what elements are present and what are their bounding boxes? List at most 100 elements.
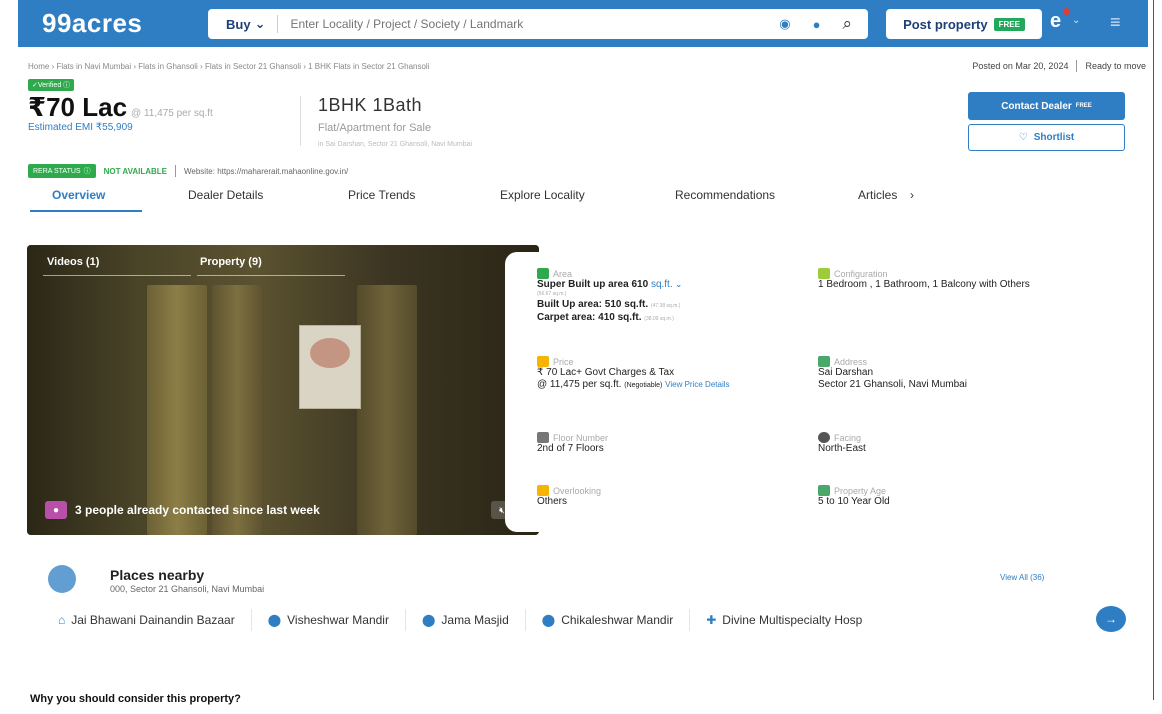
tab-videos[interactable]: Videos (1) bbox=[47, 256, 99, 268]
floor-label: Floor Number bbox=[553, 432, 609, 443]
contacted-banner: ● 3 people already contacted since last … bbox=[45, 501, 320, 519]
active-tab-indicator bbox=[30, 210, 142, 212]
tab-price-trends[interactable]: Price Trends bbox=[348, 188, 415, 202]
free-badge: FREE bbox=[993, 17, 1025, 31]
location-pin-icon: ⬤ bbox=[421, 613, 436, 627]
search-box: Buy ⌄ ◉ ● ⌕ bbox=[208, 9, 868, 39]
built-up-sqm: (47.38 sq.m.) bbox=[650, 303, 681, 309]
menu-icon[interactable]: ≡ bbox=[1110, 12, 1121, 33]
tab-recommendations[interactable]: Recommendations bbox=[675, 188, 775, 202]
property-age-label: Property Age bbox=[834, 485, 887, 496]
place-item[interactable]: ⬤ Chikaleshwar Mandir bbox=[541, 609, 691, 631]
rera-status: NOT AVAILABLE bbox=[103, 166, 167, 176]
property-photo bbox=[27, 245, 539, 535]
super-area-sqm: (56.67 sq.m.) bbox=[537, 291, 567, 297]
mic-icon[interactable]: ● bbox=[813, 17, 821, 32]
tab-articles[interactable]: Articles bbox=[858, 188, 897, 202]
chevron-down-icon[interactable]: ⌄ bbox=[1072, 15, 1080, 26]
configuration-value: 1 Bedroom , 1 Bathroom, 1 Balcony with O… bbox=[818, 279, 1030, 290]
rera-row: RERA STATUS ⓘ NOT AVAILABLE Website: htt… bbox=[28, 164, 348, 178]
divider bbox=[300, 96, 301, 146]
chevron-right-icon[interactable]: › bbox=[910, 188, 914, 202]
location-pin-icon: ⬤ bbox=[541, 613, 556, 627]
address-line1: Sai Darshan bbox=[818, 367, 874, 378]
curtain-image-part bbox=[212, 285, 262, 535]
place-item[interactable]: ⌂ Jai Bhawani Dainandin Bazaar bbox=[58, 609, 252, 631]
negotiable-label: (Negotiable) bbox=[624, 382, 663, 389]
hospital-icon: ✚ bbox=[706, 613, 717, 627]
overlooking-label: Overlooking bbox=[553, 485, 602, 496]
post-property-label: Post property bbox=[903, 16, 988, 32]
logo[interactable]: 99acres bbox=[42, 8, 212, 39]
emi-link[interactable]: Estimated EMI ₹55,909 bbox=[28, 122, 133, 133]
area-label: Area bbox=[553, 268, 573, 279]
address-icon bbox=[818, 356, 830, 367]
unit-dropdown[interactable]: sq.ft. bbox=[651, 279, 673, 290]
verified-badge: ✓Verified ⓘ bbox=[28, 79, 75, 91]
place-name: Visheshwar Mandir bbox=[287, 613, 389, 627]
tab-bar: Overview Dealer Details Price Trends Exp… bbox=[30, 186, 930, 214]
property-media[interactable]: Videos (1) Property (9) ● 3 people alrea… bbox=[27, 245, 539, 535]
shortlist-label: Shortlist bbox=[1033, 132, 1075, 143]
detail-property-age: Property Age 5 to 10 Year Old bbox=[818, 485, 1078, 508]
info-icon: ⓘ bbox=[83, 168, 91, 175]
rera-badge[interactable]: RERA STATUS ⓘ bbox=[28, 164, 96, 178]
tab-line bbox=[43, 275, 191, 276]
notification-dot-icon bbox=[1063, 8, 1070, 15]
rera-website[interactable]: Website: https://maharerait.mahaonline.g… bbox=[184, 167, 348, 176]
property-details-card: Area Super Built up area 610 sq.ft. ⌄ (5… bbox=[505, 252, 1133, 532]
floor-icon bbox=[537, 432, 549, 443]
place-name: Jama Masjid bbox=[441, 613, 509, 627]
detail-area: Area Super Built up area 610 sq.ft. ⌄ (5… bbox=[537, 268, 797, 325]
people-icon: ● bbox=[45, 501, 67, 519]
tab-property-photos[interactable]: Property (9) bbox=[200, 256, 262, 268]
area-icon bbox=[537, 268, 549, 279]
user-icon[interactable]: e bbox=[1050, 10, 1061, 33]
places-nearby-title: Places nearby bbox=[110, 567, 205, 583]
location-icon[interactable]: ◉ bbox=[779, 16, 790, 32]
view-all-link[interactable]: View All (36) bbox=[1000, 573, 1044, 582]
price-per-sqft-detail: @ 11,475 per sq.ft. bbox=[537, 379, 622, 390]
tab-overview[interactable]: Overview bbox=[52, 188, 105, 202]
facing-value: North-East bbox=[818, 443, 866, 454]
why-consider-heading: Why you should consider this property? bbox=[30, 693, 241, 705]
place-name: Chikaleshwar Mandir bbox=[561, 613, 674, 627]
super-area: Super Built up area 610 bbox=[537, 279, 649, 290]
divider bbox=[1076, 60, 1078, 72]
buy-dropdown[interactable]: Buy ⌄ bbox=[208, 16, 277, 32]
tab-dealer-details[interactable]: Dealer Details bbox=[188, 188, 263, 202]
breadcrumb[interactable]: Home › Flats in Navi Mumbai › Flats in G… bbox=[28, 62, 429, 71]
place-item[interactable]: ✚ Divine Multispecialty Hosp bbox=[706, 609, 878, 631]
tab-explore-locality[interactable]: Explore Locality bbox=[500, 188, 585, 202]
built-up-area: Built Up area: 510 sq.ft. bbox=[537, 299, 649, 310]
detail-facing: Facing North-East bbox=[818, 432, 1078, 455]
arrow-right-icon[interactable]: → bbox=[1096, 606, 1126, 632]
property-age-value: 5 to 10 Year Old bbox=[818, 496, 890, 507]
search-input[interactable] bbox=[278, 17, 679, 31]
property-location: in Sai Darshan, Sector 21 Ghansoli, Navi… bbox=[318, 141, 473, 148]
configuration-label: Configuration bbox=[834, 268, 888, 279]
divider bbox=[175, 165, 176, 177]
detail-overlooking: Overlooking Others bbox=[537, 485, 797, 508]
post-property-button[interactable]: Post property FREE bbox=[886, 9, 1042, 39]
place-item[interactable]: ⬤ Jama Masjid bbox=[422, 609, 526, 631]
address-label: Address bbox=[834, 356, 868, 367]
contact-dealer-button[interactable]: Contact Dealer FREE bbox=[968, 92, 1125, 120]
view-price-details-link[interactable]: View Price Details bbox=[665, 380, 729, 389]
detail-floor: Floor Number 2nd of 7 Floors bbox=[537, 432, 797, 455]
poster-art bbox=[310, 338, 350, 368]
carpet-area: Carpet area: 410 sq.ft. bbox=[537, 312, 642, 323]
curtain-image-part bbox=[147, 285, 207, 535]
place-item[interactable]: ⬤ Visheshwar Mandir bbox=[268, 609, 406, 631]
price-value: ₹70 Lac bbox=[28, 92, 128, 122]
building-icon bbox=[818, 485, 830, 496]
chevron-down-icon[interactable]: ⌄ bbox=[675, 280, 682, 289]
places-list: ⌂ Jai Bhawani Dainandin Bazaar ⬤ Visheshwa… bbox=[58, 606, 894, 634]
search-icon[interactable]: ⌕ bbox=[842, 14, 852, 34]
shortlist-button[interactable]: ♡ Shortlist bbox=[968, 124, 1125, 151]
place-name: Divine Multispecialty Hosp bbox=[722, 613, 863, 627]
place-name: Jai Bhawani Dainandin Bazaar bbox=[71, 613, 235, 627]
location-pin-icon: ⬤ bbox=[267, 613, 282, 627]
compass-icon bbox=[818, 432, 830, 443]
address-line2: Sector 21 Ghansoli, Navi Mumbai bbox=[818, 379, 967, 390]
